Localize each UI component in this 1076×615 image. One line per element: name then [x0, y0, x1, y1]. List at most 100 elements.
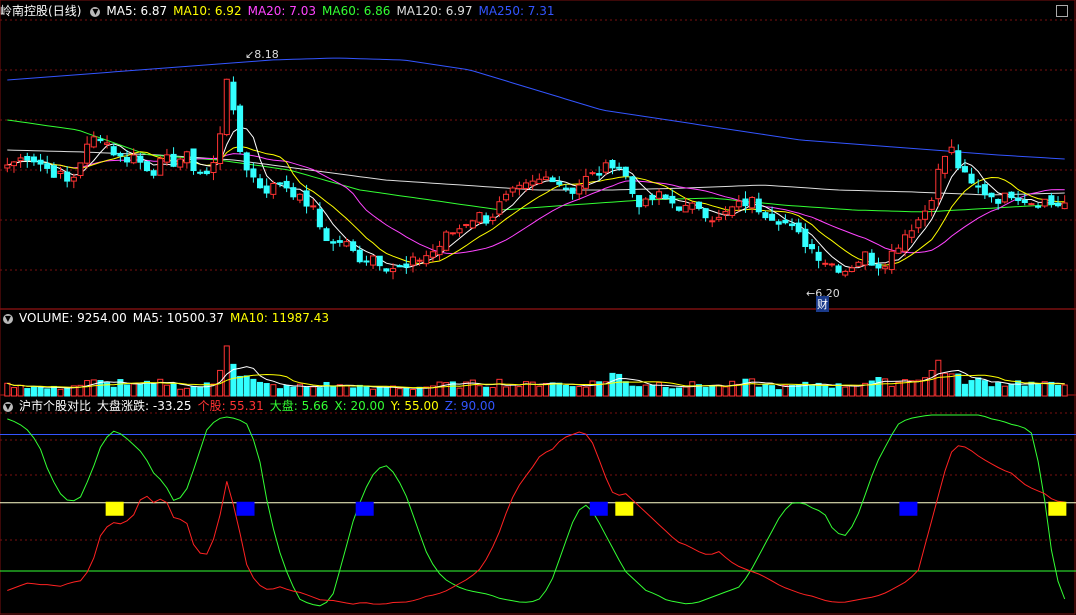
volume-bar	[64, 388, 71, 397]
candle-body	[64, 171, 71, 182]
volume-bar	[170, 382, 177, 397]
signal-block	[1048, 501, 1067, 516]
candle-body	[822, 262, 829, 265]
volume-bar	[283, 384, 290, 397]
volume-bar	[1035, 383, 1042, 397]
candle-body	[649, 194, 656, 200]
candle-body	[636, 195, 643, 208]
volume-bar	[828, 387, 835, 397]
finance-badge[interactable]: 财	[816, 296, 829, 312]
volume-bar	[556, 382, 563, 397]
volume-bar	[868, 380, 875, 397]
volume-bar	[675, 387, 683, 397]
volume-bar	[370, 388, 377, 397]
candle-body	[975, 185, 982, 188]
signal-block	[355, 501, 374, 516]
candle-body	[988, 192, 995, 198]
candle-body	[675, 206, 683, 211]
volume-bar	[30, 385, 37, 397]
candle-body	[908, 230, 915, 238]
candle-body	[10, 161, 18, 167]
volume-bar	[616, 373, 623, 397]
period-label: (日线)	[48, 4, 82, 18]
volume-bar	[536, 385, 543, 397]
candle-body	[669, 195, 676, 204]
candle-body	[549, 177, 556, 183]
candle-body	[895, 247, 902, 254]
volume-bar	[90, 379, 97, 397]
candle-body	[117, 153, 124, 157]
volume-bar	[722, 386, 729, 397]
volume-bar	[197, 386, 204, 397]
volume-bar	[589, 380, 596, 397]
candle-body	[529, 180, 536, 186]
candle-body	[37, 159, 44, 165]
candle-body	[689, 202, 696, 210]
volume-bar	[350, 387, 357, 397]
window-control-icon[interactable]	[1056, 5, 1068, 17]
candle-body	[210, 162, 217, 174]
volume-bar	[463, 381, 470, 397]
volume-bar	[609, 372, 616, 397]
candle-body	[250, 168, 257, 178]
volume-bar	[10, 387, 18, 397]
candle-body	[323, 228, 330, 242]
candle-body	[84, 143, 91, 164]
candle-body	[981, 184, 988, 196]
volume-bar	[988, 386, 995, 397]
volume-bar	[569, 386, 576, 397]
volume-header: ▼ VOLUME: 9254.00 MA5: 10500.37 MA10: 11987…	[0, 309, 341, 327]
candle-body	[729, 206, 736, 216]
volume-bar	[702, 386, 709, 397]
candle-body	[596, 173, 603, 176]
settings-dropdown-icon[interactable]: ▼	[90, 6, 101, 17]
volume-bar	[995, 382, 1002, 397]
volume-bar	[662, 386, 669, 397]
candle-body	[542, 176, 550, 181]
candle-body	[522, 182, 530, 189]
volume-bar	[130, 383, 137, 397]
volume-bar	[629, 385, 636, 397]
volume-bar	[496, 378, 503, 397]
volume-bar	[303, 386, 310, 397]
candle-body	[855, 261, 862, 267]
candle-body	[941, 155, 949, 174]
candle-body	[815, 251, 822, 261]
candle-body	[443, 231, 450, 251]
volume-bar	[788, 385, 796, 397]
candle-body	[948, 146, 955, 154]
volume-bar	[57, 388, 64, 397]
candle-body	[290, 187, 297, 198]
signal-block	[589, 501, 608, 516]
volume-bar	[769, 385, 776, 397]
candle-body	[296, 193, 303, 201]
volume-dropdown-icon[interactable]: ▼	[3, 313, 13, 324]
volume-bar	[542, 382, 550, 397]
candle-body	[363, 260, 370, 263]
candle-body	[629, 176, 636, 194]
volume-bar	[1054, 384, 1062, 397]
candle-body	[722, 211, 729, 215]
candle-body	[110, 146, 117, 156]
volume-bar	[955, 373, 962, 397]
volume-bar	[715, 384, 722, 397]
candle-body	[1028, 203, 1035, 206]
volume-bar	[489, 387, 496, 397]
volume-bar	[237, 375, 244, 397]
price-indicator-5: MA250: 7.31	[478, 4, 555, 18]
volume-bar	[755, 386, 762, 397]
signal-block	[236, 501, 255, 516]
candle-body	[503, 193, 510, 201]
high-price-marker: ↙8.18	[245, 48, 279, 61]
candle-body	[17, 157, 24, 162]
volume-bar	[310, 386, 317, 397]
candle-body	[848, 267, 855, 273]
stock-chart[interactable]	[0, 0, 1076, 615]
indicator-dropdown-icon[interactable]: ▼	[3, 401, 13, 412]
candle-body	[310, 205, 317, 208]
volume-bar	[968, 380, 975, 397]
candle-body	[875, 263, 882, 269]
candle-body	[24, 155, 31, 161]
candle-body	[150, 170, 157, 176]
candle-body	[50, 165, 57, 178]
